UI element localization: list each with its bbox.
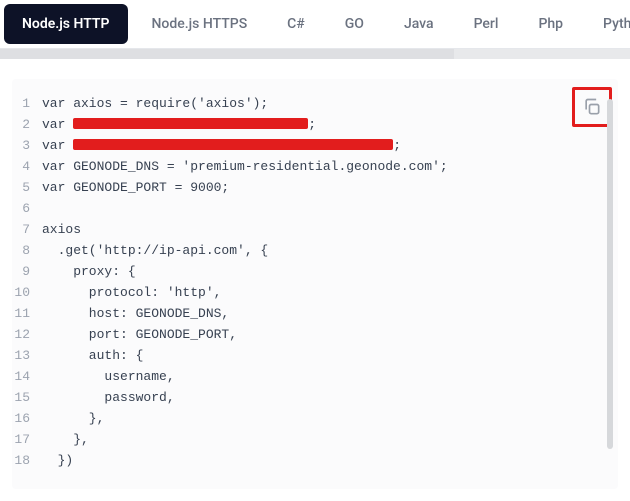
- line-content: var GEONODE_PORT = 9000;: [42, 177, 618, 198]
- tab-php[interactable]: Php: [518, 2, 583, 46]
- line-content: axios: [42, 219, 618, 240]
- code-scrollbar-thumb[interactable]: [607, 99, 613, 449]
- code-line: 17 },: [12, 429, 618, 450]
- line-content: var ;: [42, 135, 618, 156]
- line-number: 1: [12, 93, 42, 114]
- code-line: 11 host: GEONODE_DNS,: [12, 303, 618, 324]
- line-content: username,: [42, 366, 618, 387]
- line-content: [42, 198, 618, 219]
- line-content: var GEONODE_DNS = 'premium-residential.g…: [42, 156, 618, 177]
- line-number: 16: [12, 408, 42, 429]
- redacted-block: [73, 118, 308, 129]
- line-number: 11: [12, 303, 42, 324]
- line-number: 14: [12, 366, 42, 387]
- code-line: 10 protocol: 'http',: [12, 282, 618, 303]
- line-content: host: GEONODE_DNS,: [42, 303, 618, 324]
- code-line: 6: [12, 198, 618, 219]
- code-line: 9 proxy: {: [12, 261, 618, 282]
- tab-perl[interactable]: Perl: [454, 2, 519, 46]
- code-text: ;: [393, 138, 401, 153]
- line-number: 7: [12, 219, 42, 240]
- code-line: 2var ;: [12, 114, 618, 135]
- line-content: password,: [42, 387, 618, 408]
- line-content: var ;: [42, 114, 618, 135]
- tab-pytho[interactable]: Pytho: [583, 2, 630, 46]
- code-line: 1var axios = require('axios');: [12, 93, 618, 114]
- code-line: 3var ;: [12, 135, 618, 156]
- line-number: 4: [12, 156, 42, 177]
- code-line: 4var GEONODE_DNS = 'premium-residential.…: [12, 156, 618, 177]
- line-content: },: [42, 429, 618, 450]
- code-line: 12 port: GEONODE_PORT,: [12, 324, 618, 345]
- line-number: 5: [12, 177, 42, 198]
- code-text: ;: [308, 117, 316, 132]
- line-content: var axios = require('axios');: [42, 93, 618, 114]
- line-content: port: GEONODE_PORT,: [42, 324, 618, 345]
- code-line: 16 },: [12, 408, 618, 429]
- code-block: 1var axios = require('axios');2var ;3var…: [12, 79, 618, 489]
- line-content: protocol: 'http',: [42, 282, 618, 303]
- tab-c-[interactable]: C#: [267, 2, 325, 46]
- tab-node-js-https[interactable]: Node.js HTTPS: [132, 2, 268, 46]
- code-line: 8 .get('http://ip-api.com', {: [12, 240, 618, 261]
- tab-node-js-http[interactable]: Node.js HTTP: [4, 4, 128, 44]
- line-number: 15: [12, 387, 42, 408]
- line-content: .get('http://ip-api.com', {: [42, 240, 618, 261]
- tabs-scroll-track: [0, 49, 630, 59]
- copy-button[interactable]: [572, 87, 612, 127]
- tab-go[interactable]: GO: [325, 2, 384, 46]
- line-number: 6: [12, 198, 42, 219]
- line-content: }): [42, 450, 618, 471]
- code-text: var: [42, 117, 73, 132]
- line-number: 13: [12, 345, 42, 366]
- line-number: 8: [12, 240, 42, 261]
- line-number: 9: [12, 261, 42, 282]
- line-number: 17: [12, 429, 42, 450]
- tabs-container: Node.js HTTPNode.js HTTPSC#GOJavaPerlPhp…: [0, 0, 630, 49]
- line-number: 2: [12, 114, 42, 135]
- code-line: 18 }): [12, 450, 618, 471]
- line-number: 18: [12, 450, 42, 471]
- line-number: 3: [12, 135, 42, 156]
- tab-java[interactable]: Java: [384, 2, 454, 46]
- line-number: 10: [12, 282, 42, 303]
- code-line: 13 auth: {: [12, 345, 618, 366]
- line-content: },: [42, 408, 618, 429]
- line-number: 12: [12, 324, 42, 345]
- redacted-block: [73, 139, 393, 150]
- code-line: 5var GEONODE_PORT = 9000;: [12, 177, 618, 198]
- code-line: 14 username,: [12, 366, 618, 387]
- code-text: var: [42, 138, 73, 153]
- line-content: auth: {: [42, 345, 618, 366]
- code-line: 15 password,: [12, 387, 618, 408]
- line-content: proxy: {: [42, 261, 618, 282]
- tabs-scroll-thumb[interactable]: [0, 49, 454, 59]
- code-line: 7axios: [12, 219, 618, 240]
- copy-icon: [582, 97, 602, 117]
